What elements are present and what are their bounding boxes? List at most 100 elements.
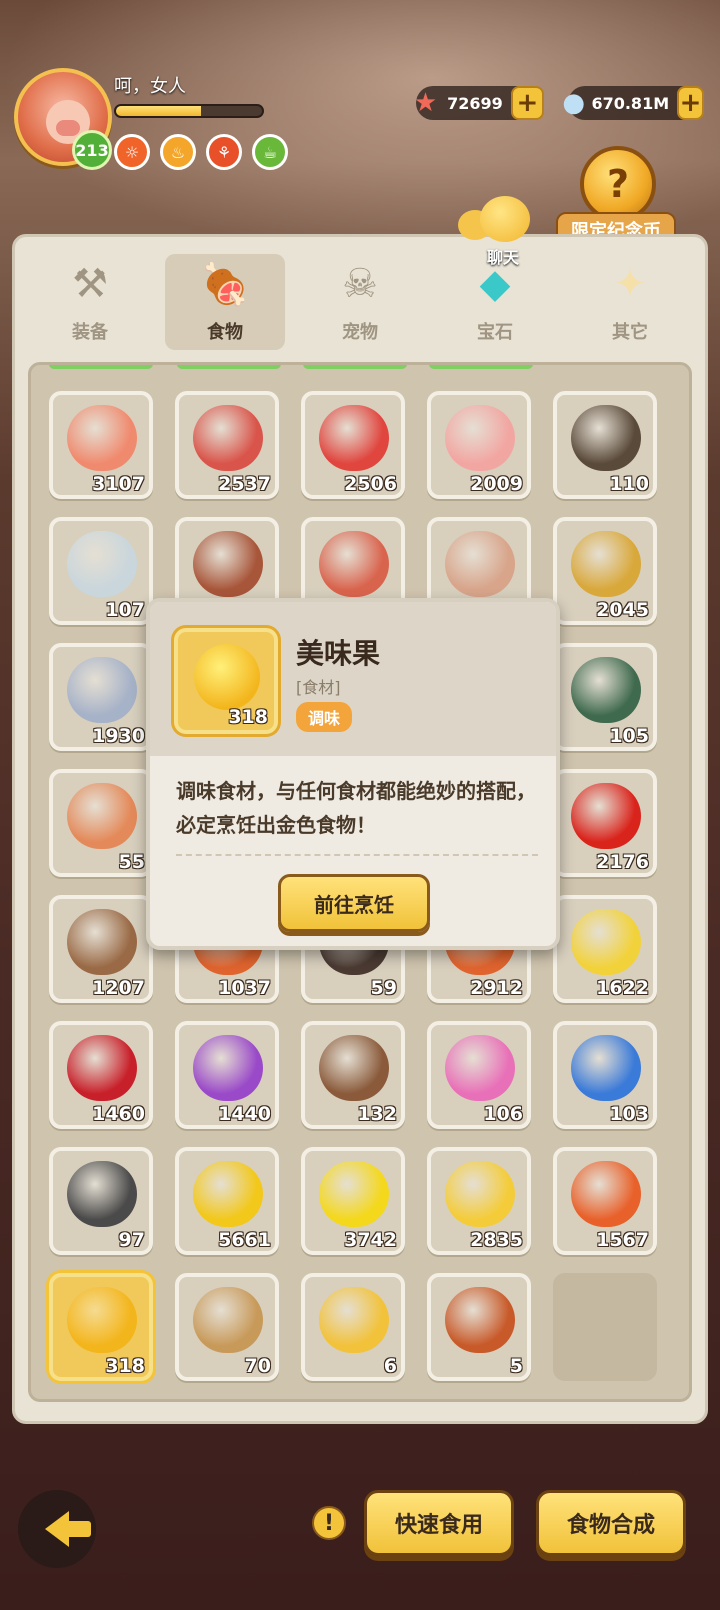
back-button[interactable] [18, 1490, 96, 1568]
item-count: 3742 [344, 1229, 397, 1251]
swordfish-icon [67, 657, 137, 723]
inventory-slot[interactable]: 6 [301, 1273, 405, 1381]
buff-red-icon[interactable]: ⚘ [206, 134, 242, 170]
tab-food-label: 食物 [207, 322, 243, 343]
inventory-slot[interactable]: 132 [301, 1021, 405, 1129]
item-count: 132 [357, 1103, 397, 1125]
mushroom-icon [67, 909, 137, 975]
shrimp-icon [571, 531, 641, 597]
inventory-slot[interactable]: 2176 [553, 769, 657, 877]
popup-category: [食材] [296, 678, 341, 697]
gift-box-icon [319, 1287, 389, 1353]
meat-leg-icon [67, 405, 137, 471]
item-count: 55 [118, 851, 145, 873]
dark-shell-icon [571, 405, 641, 471]
popup-description: 调味食材，与任何食材都能绝妙的搭配，必定烹饪出金色食物！ [176, 779, 536, 837]
cheese-icon [445, 1161, 515, 1227]
tab-pet-label: 宠物 [342, 322, 378, 343]
inventory-slot[interactable]: 97 [49, 1147, 153, 1255]
tasty-fruit-icon [67, 1287, 137, 1353]
limited-coin-button[interactable]: ? 限定纪念币 [556, 146, 676, 248]
item-count: 1622 [596, 977, 649, 999]
inventory-slot[interactable]: 2835 [427, 1147, 531, 1255]
croc-meat-icon [193, 531, 263, 597]
go-cook-button[interactable]: 前往烹饪 [278, 874, 430, 932]
popup-item-count: 318 [228, 706, 268, 728]
inventory-slot[interactable]: 5 [427, 1273, 531, 1381]
inventory-slot[interactable]: 70 [175, 1273, 279, 1381]
tab-other[interactable]: ✦ 其它 [570, 254, 690, 350]
tab-gem[interactable]: ◆ 宝石 [435, 254, 555, 350]
item-count: 1567 [596, 1229, 649, 1251]
player-name: 呵，女人 [114, 76, 186, 97]
item-count: 2537 [218, 473, 271, 495]
starfish-icon: ★ [413, 88, 438, 118]
avatar-nose [56, 120, 80, 136]
inventory-slot[interactable]: 3742 [301, 1147, 405, 1255]
inventory-slot[interactable]: 3107 [49, 391, 153, 499]
inventory-slot[interactable]: 1930 [49, 643, 153, 751]
inventory-slot[interactable]: 107 [49, 517, 153, 625]
add-shell-button[interactable]: + [677, 86, 704, 120]
inventory-slot[interactable]: 55 [49, 769, 153, 877]
tab-other-label: 其它 [612, 322, 648, 343]
pomegranate-icon [67, 1035, 137, 1101]
add-starfish-button[interactable]: + [510, 86, 544, 120]
inventory-slot[interactable]: 103 [553, 1021, 657, 1129]
inventory-slot[interactable]: 2506 [301, 391, 405, 499]
item-count: 1207 [92, 977, 145, 999]
buff-orange-icon[interactable]: ☼ [114, 134, 150, 170]
starfish-currency: ★ 72699 + [414, 86, 544, 120]
food-synthesis-button[interactable]: 食物合成 [536, 1490, 686, 1556]
popup-title: 美味果 [296, 637, 381, 670]
starfish-value: 72699 [447, 93, 503, 113]
item-count: 70 [244, 1355, 271, 1377]
buff-green-icon[interactable]: ☕ [252, 134, 288, 170]
chili-icon [571, 783, 641, 849]
pink-snail-icon [445, 1035, 515, 1101]
item-count: 110 [609, 473, 649, 495]
inventory-slot[interactable]: 2537 [175, 391, 279, 499]
inventory-slot[interactable]: 1207 [49, 895, 153, 1003]
scroll-hint-bar [177, 365, 281, 369]
item-count: 59 [370, 977, 397, 999]
item-count: 105 [609, 725, 649, 747]
info-icon[interactable]: ! [312, 1506, 346, 1540]
quick-eat-button[interactable]: 快速食用 [364, 1490, 514, 1556]
inventory-slot[interactable]: 1440 [175, 1021, 279, 1129]
shell-value: 670.81M [591, 93, 670, 113]
equipment-icon: ⚒ [72, 261, 108, 307]
item-count: 107 [105, 599, 145, 621]
exp-fill [116, 106, 201, 116]
food-icon: 🍖 [200, 261, 250, 308]
tab-equipment[interactable]: ⚒ 装备 [30, 254, 150, 350]
inventory-slot[interactable]: 110 [553, 391, 657, 499]
gem-icon: ◆ [479, 261, 511, 307]
inventory-slot[interactable]: 5661 [175, 1147, 279, 1255]
scroll-hint-bar [49, 365, 153, 369]
inventory-slot[interactable]: 318 [49, 1273, 153, 1381]
inventory-slot[interactable]: 2045 [553, 517, 657, 625]
item-count: 2176 [596, 851, 649, 873]
item-detail-popup: 318 美味果 [食材] 调味 调味食材，与任何食材都能绝妙的搭配，必定烹饪出金… [146, 598, 560, 950]
item-count: 5 [509, 1355, 523, 1377]
inventory-slot[interactable]: 105 [553, 643, 657, 751]
scallop-icon [445, 531, 515, 597]
pineapple-icon [571, 909, 641, 975]
bone-fish-icon [67, 531, 137, 597]
buff-yellow-icon[interactable]: ♨ [160, 134, 196, 170]
inventory-slot[interactable]: 1567 [553, 1147, 657, 1255]
inventory-slot[interactable]: 2009 [427, 391, 531, 499]
popup-divider [176, 854, 538, 856]
inventory-slot[interactable]: 1460 [49, 1021, 153, 1129]
scroll-hint-bar [303, 365, 407, 369]
inventory-slot[interactable]: 106 [427, 1021, 531, 1129]
item-count: 106 [483, 1103, 523, 1125]
tab-pet[interactable]: ☠ 宠物 [300, 254, 420, 350]
inventory-slot[interactable]: 1622 [553, 895, 657, 1003]
buff-list: ☼ ♨ ⚘ ☕ [114, 134, 288, 170]
back-arrow-icon [45, 1511, 91, 1547]
exp-bar [114, 104, 264, 118]
tab-food[interactable]: 🍖 食物 [165, 254, 285, 350]
item-count: 2506 [344, 473, 397, 495]
